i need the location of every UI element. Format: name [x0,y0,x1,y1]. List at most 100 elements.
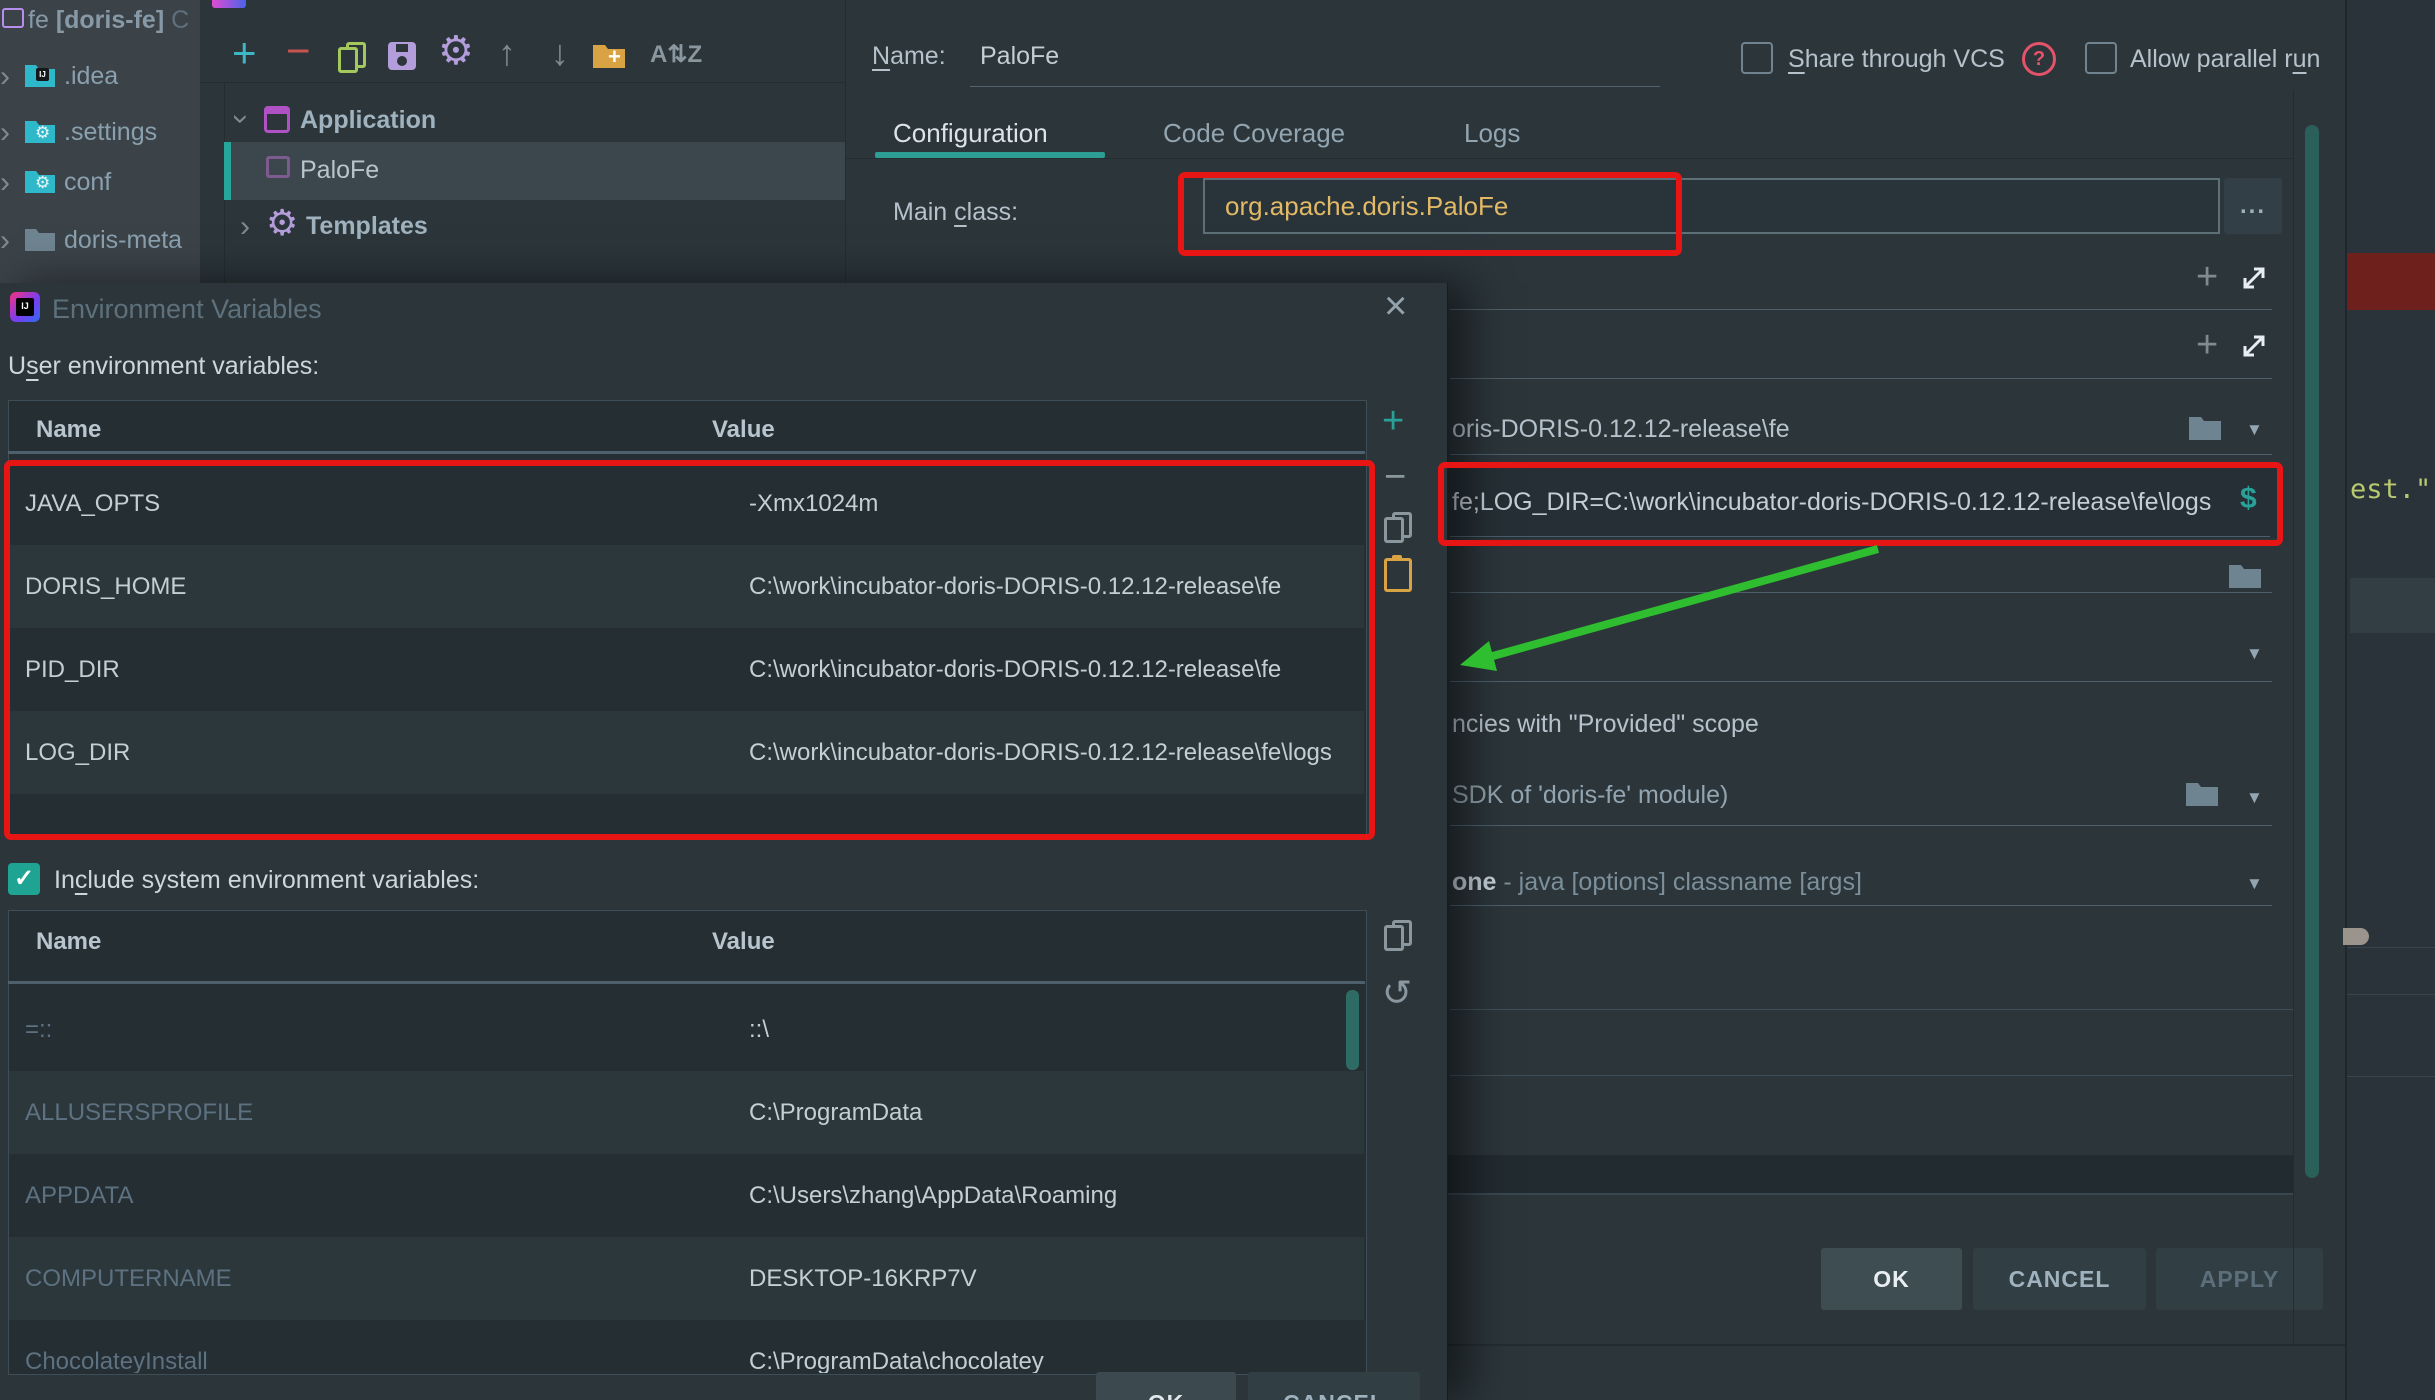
table-row[interactable]: =::::\ [9,988,1364,1071]
paste-vars-icon[interactable] [1384,558,1412,592]
copy-config-icon[interactable] [338,42,366,70]
new-folder-icon[interactable]: + [592,42,626,74]
tab-configuration[interactable]: Configuration [893,118,1048,149]
idea-folder-icon: IJ [24,62,56,93]
dialog-ok-button[interactable]: OK [1096,1372,1236,1400]
jre-input[interactable]: SDK of 'doris-fe' module) [1452,781,1728,810]
chevron-right-icon[interactable]: › [0,168,10,198]
move-down-icon[interactable]: ↓ [551,32,569,74]
main-class-label: Main class: [893,198,1018,227]
intellij-badge-icon: IJ [16,298,34,316]
intellij-dialog-icon: IJ [10,292,40,322]
window-scrollbar[interactable] [2305,125,2319,1178]
env-var-name: =:: [9,1016,749,1044]
add-var-icon[interactable]: + [1382,402,1404,440]
env-var-value: DESKTOP-16KRP7V [749,1265,1364,1293]
name-input[interactable]: PaloFe [980,42,1059,71]
tabs-divider [845,158,2293,159]
expand-icon[interactable] [2238,262,2270,299]
project-root-prefix: fe [28,6,49,34]
config-item-palofe[interactable]: PaloFe [300,156,379,185]
apply-button[interactable]: APPLY [2156,1248,2323,1310]
table-row[interactable]: APPDATAC:\Users\zhang\AppData\Roaming [9,1154,1364,1237]
intellij-logo-icon [212,0,246,8]
tree-item-conf[interactable]: conf [64,168,111,197]
project-root[interactable]: fe [doris-fe] C [28,6,189,35]
annotation-arrow-green [1430,520,1910,690]
name-label: Name: [872,42,946,71]
section-divider [1450,1009,2293,1010]
gear-badge-icon: ⚙ [35,173,50,193]
remove-var-icon[interactable]: − [1384,458,1406,496]
expand-field-plus-icon[interactable]: + [2196,330,2218,360]
column-header-value[interactable]: Value [712,928,775,956]
config-group-application[interactable]: Application [300,106,436,135]
plain-folder-icon [24,226,56,257]
browse-folder-icon[interactable] [2228,562,2262,594]
dropdown-arrow-icon[interactable]: ▼ [2246,420,2263,440]
allow-parallel-checkbox[interactable] [2085,42,2117,74]
chevron-right-icon[interactable]: › [0,118,10,148]
tab-code-coverage[interactable]: Code Coverage [1163,118,1345,149]
application-icon [264,106,290,133]
chevron-right-icon[interactable]: › [240,212,250,242]
env-var-value: C:\ProgramData [749,1099,1364,1127]
sort-alphabetically-icon[interactable]: A⇅Z [650,40,702,69]
copy-vars-icon[interactable] [1384,512,1412,540]
project-root-name: [doris-fe] [56,6,164,34]
tab-logs[interactable]: Logs [1464,118,1520,149]
edit-templates-gear-icon[interactable]: ⚙ [438,28,474,74]
working-directory-input[interactable]: oris-DORIS-0.12.12-release\fe [1452,415,1790,444]
cancel-button[interactable]: CANCEL [1973,1248,2146,1310]
expand-field-plus-icon[interactable]: + [2196,262,2218,292]
save-config-icon[interactable] [388,42,416,70]
include-system-checkbox[interactable]: ✓ [8,863,40,895]
env-var-value: C:\Users\zhang\AppData\Roaming [749,1182,1364,1210]
selection-accent-bar [224,142,231,200]
column-header-value[interactable]: Value [712,416,775,444]
dropdown-arrow-icon[interactable]: ▼ [2246,788,2263,808]
tree-item-settings[interactable]: .settings [64,118,157,147]
remove-config-icon[interactable]: − [286,30,311,72]
table-scrollbar[interactable] [1346,990,1359,1070]
name-input-underline [970,86,1660,87]
dropdown-arrow-icon[interactable]: ▼ [2246,644,2263,664]
move-up-icon[interactable]: ↑ [498,32,516,74]
browse-folder-icon[interactable] [2188,414,2222,446]
browse-folder-icon[interactable] [2185,780,2219,812]
help-icon[interactable]: ? [2022,42,2056,76]
editor-divider [2347,1076,2435,1077]
header-divider [8,981,1365,984]
table-row[interactable]: ChocolateyInstallC:\ProgramData\chocolat… [9,1320,1364,1373]
env-var-name: ALLUSERSPROFILE [9,1099,749,1127]
before-launch-field[interactable] [1447,1155,2293,1195]
refresh-vars-icon[interactable]: ↺ [1382,972,1412,1014]
ok-button[interactable]: OK [1821,1248,1962,1310]
shorten-command-line-select[interactable]: one - java [options] classname [args] [1452,868,1862,897]
screenshot-root: fe [doris-fe] C › IJ .idea › ⚙ .settings… [0,0,2435,1400]
column-header-name[interactable]: Name [36,928,101,956]
tree-item-idea[interactable]: .idea [64,62,118,91]
dropdown-arrow-icon[interactable]: ▼ [2246,874,2263,894]
chevron-right-icon[interactable]: › [0,226,10,256]
close-icon[interactable]: × [1384,286,1407,326]
expand-icon[interactable] [2238,330,2270,367]
dialog-cancel-button[interactable]: CANCEL [1248,1372,1420,1400]
table-row[interactable]: ALLUSERSPROFILEC:\ProgramData [9,1071,1364,1154]
editor-gutter-dot [2343,928,2369,945]
program-args-underline [1450,378,2272,379]
copy-vars-icon[interactable] [1384,920,1412,948]
intellij-badge-icon: IJ [36,68,49,81]
share-vcs-checkbox[interactable] [1741,42,1773,74]
tree-item-doris-meta[interactable]: doris-meta [64,226,182,255]
chevron-down-icon[interactable]: › [226,114,256,124]
browse-class-button[interactable]: ... [2224,178,2282,234]
config-item-templates[interactable]: Templates [306,212,428,241]
table-row[interactable]: COMPUTERNAMEDESKTOP-16KRP7V [9,1237,1364,1320]
chevron-right-icon[interactable]: › [0,62,10,92]
column-header-name[interactable]: Name [36,416,101,444]
working-dir-underline [1450,454,2272,455]
window-bottom-edge [1447,1344,2345,1346]
editor-block [2350,578,2435,633]
add-config-icon[interactable]: + [232,32,257,74]
